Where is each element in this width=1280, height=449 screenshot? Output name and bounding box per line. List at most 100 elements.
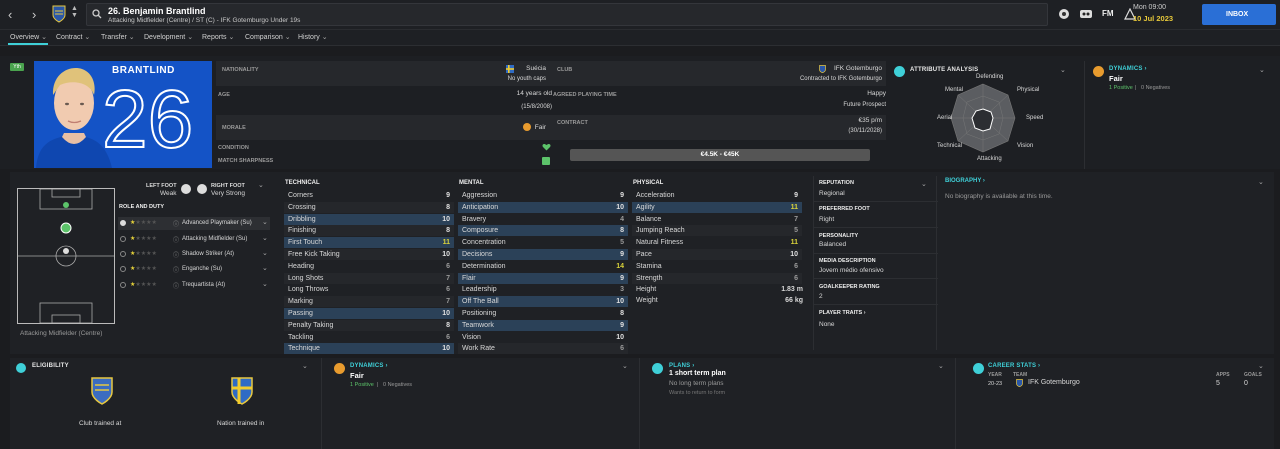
attribute-row[interactable]: Work Rate 6 xyxy=(458,343,628,355)
chevron-down-icon[interactable]: ⌄ xyxy=(921,180,927,188)
tab-history[interactable]: History ⌄ xyxy=(298,33,328,41)
attribute-row[interactable]: Composure 8 xyxy=(458,225,628,237)
attribute-row[interactable]: Free Kick Taking 10 xyxy=(284,249,454,260)
attribute-row[interactable]: Finishing 8 xyxy=(284,225,454,237)
morale-icon xyxy=(523,123,531,131)
attribute-name: Off The Ball xyxy=(462,298,499,306)
eligibility-panel: ELIGIBILITY ⌄ Club trained at Nation tra… xyxy=(10,358,322,449)
info-icon[interactable]: ⓘ xyxy=(173,250,179,259)
attribute-row[interactable]: Stamina 6 xyxy=(632,261,802,272)
tab-contract[interactable]: Contract ⌄ xyxy=(56,33,90,41)
attribute-row[interactable]: Positioning 8 xyxy=(458,308,628,319)
tab-reports[interactable]: Reports ⌄ xyxy=(202,33,234,41)
short-term-plan[interactable]: 1 short term plan xyxy=(669,370,726,377)
career-apps: 5 xyxy=(1216,380,1220,387)
attribute-value: 8 xyxy=(620,227,624,235)
attribute-row[interactable]: Leadership 3 xyxy=(458,284,628,295)
biography-title-link[interactable]: BIOGRAPHY › xyxy=(945,178,985,184)
career-title-link[interactable]: CAREER STATS › xyxy=(988,363,1040,369)
right-foot-icon xyxy=(197,184,207,194)
attribute-row[interactable]: Technique 10 xyxy=(284,343,454,355)
dynamics-negatives: 0 Negatives xyxy=(383,382,413,388)
attribute-value: 6 xyxy=(446,262,450,270)
attribute-row[interactable]: Long Shots 7 xyxy=(284,272,454,284)
tab-comparison[interactable]: Comparison ⌄ xyxy=(245,33,291,41)
chevron-down-icon[interactable]: ⌄ xyxy=(622,362,628,370)
attribute-row[interactable]: Concentration 5 xyxy=(458,237,628,248)
position-pitch xyxy=(17,188,115,324)
attribute-row[interactable]: Corners 9 xyxy=(284,190,454,201)
attribute-row[interactable]: Vision 10 xyxy=(458,332,628,343)
chevron-down-icon[interactable]: ⌄ xyxy=(302,362,308,370)
preferred-foot-label: PREFERRED FOOT xyxy=(819,206,870,212)
info-icon[interactable]: ⓘ xyxy=(173,281,179,290)
club-crest-icon[interactable] xyxy=(52,5,66,23)
attribute-row[interactable]: Natural Fitness 11 xyxy=(632,237,802,248)
attribute-row[interactable]: Strength 6 xyxy=(632,272,802,284)
inbox-button[interactable]: INBOX xyxy=(1202,4,1276,25)
ball-icon[interactable] xyxy=(1058,8,1070,20)
goalkeeper-rating-label: GOALKEEPER RATING xyxy=(819,284,880,290)
chevron-down-icon[interactable]: ⌄ xyxy=(1060,66,1066,74)
player-traits-link[interactable]: PLAYER TRAITS › xyxy=(819,310,866,316)
info-icon[interactable]: ⓘ xyxy=(173,265,179,274)
chevron-down-icon[interactable]: ⌄ xyxy=(938,362,944,370)
dynamics-title-link[interactable]: DYNAMICS › xyxy=(350,363,388,369)
attribute-row[interactable]: Decisions 9 xyxy=(458,249,628,260)
club-value[interactable]: IFK Gotemburgo xyxy=(834,65,882,72)
playing-time-label: AGREED PLAYING TIME xyxy=(553,92,617,98)
attribute-row[interactable]: Marking 7 xyxy=(284,296,454,308)
attribute-row[interactable]: Dribbling 10 xyxy=(284,213,454,225)
attribute-value: 8 xyxy=(446,203,450,211)
radar-label-physical: Physical xyxy=(1017,87,1040,93)
attribute-name: Crossing xyxy=(288,203,316,211)
club-crest-large-icon xyxy=(90,376,114,406)
attribute-row[interactable]: Penalty Taking 8 xyxy=(284,319,454,331)
attribute-row[interactable]: Acceleration 9 xyxy=(632,190,802,201)
role-label: Shadow Striker (At) xyxy=(182,251,235,257)
dynamics-title-link[interactable]: DYNAMICS › xyxy=(1109,66,1147,72)
morale-value[interactable]: Fair xyxy=(535,124,546,131)
attribute-row[interactable]: Long Throws 6 xyxy=(284,284,454,295)
up-down-icon[interactable]: ▲ ▼ xyxy=(71,5,78,19)
attribute-row[interactable]: Jumping Reach 5 xyxy=(632,225,802,237)
settings-icon[interactable] xyxy=(1080,9,1092,19)
attribute-row[interactable]: Teamwork 9 xyxy=(458,319,628,331)
eligibility-title: ELIGIBILITY xyxy=(32,363,69,369)
attribute-row[interactable]: Crossing 8 xyxy=(284,201,454,213)
attribute-row[interactable]: Pace 10 xyxy=(632,249,802,260)
details-panel: REPUTATION ⌄ Regional PREFERRED FOOT Rig… xyxy=(813,176,938,350)
tab-overview[interactable]: Overview ⌄ xyxy=(10,33,47,41)
attribute-row[interactable]: Determination 14 xyxy=(458,261,628,272)
forward-button[interactable]: › xyxy=(32,7,36,22)
attribute-row[interactable]: First Touch 11 xyxy=(284,237,454,249)
info-icon[interactable]: ⓘ xyxy=(173,235,179,244)
nationality-value[interactable]: Suécia xyxy=(526,65,546,72)
tab-development[interactable]: Development ⌄ xyxy=(144,33,193,41)
attribute-row[interactable]: Aggression 9 xyxy=(458,190,628,201)
attribute-row[interactable]: Balance 7 xyxy=(632,214,802,225)
plans-title-link[interactable]: PLANS › xyxy=(669,363,694,369)
radar-label-attacking: Attacking xyxy=(977,156,1002,162)
attribute-row[interactable]: Anticipation 10 xyxy=(458,201,628,213)
value-bar[interactable]: €4.5K - €45K xyxy=(570,149,870,161)
chevron-down-icon[interactable]: ⌄ xyxy=(258,181,264,189)
tab-transfer[interactable]: Transfer ⌄ xyxy=(101,33,135,41)
chevron-down-icon[interactable]: ⌄ xyxy=(1258,178,1264,186)
search-icon[interactable] xyxy=(92,9,102,19)
chevron-down-icon[interactable]: ⌄ xyxy=(1259,66,1265,74)
career-team[interactable]: IFK Gotemburgo xyxy=(1028,379,1080,386)
attribute-row[interactable]: Tackling 6 xyxy=(284,332,454,343)
attribute-row[interactable]: Off The Ball 10 xyxy=(458,296,628,308)
back-button[interactable]: ‹ xyxy=(8,7,12,22)
attribute-row[interactable]: Agility 11 xyxy=(632,201,802,213)
chevron-down-icon[interactable]: ⌄ xyxy=(1258,362,1264,370)
attribute-row[interactable]: Flair 9 xyxy=(458,272,628,284)
info-icon[interactable]: ⓘ xyxy=(173,219,179,228)
dynamics-positives: 1 Positive xyxy=(1109,85,1133,91)
attribute-row[interactable]: Bravery 4 xyxy=(458,214,628,225)
fm-menu[interactable]: FM xyxy=(1102,9,1114,18)
attribute-row[interactable]: Heading 6 xyxy=(284,261,454,272)
game-time: Mon 09:00 xyxy=(1133,4,1167,11)
attribute-row[interactable]: Passing 10 xyxy=(284,308,454,319)
